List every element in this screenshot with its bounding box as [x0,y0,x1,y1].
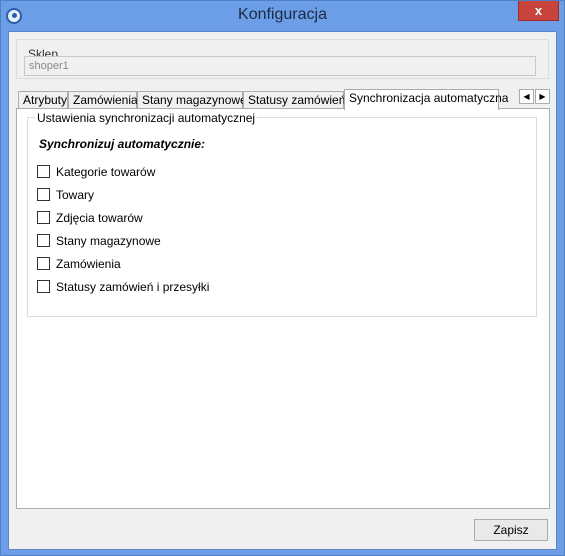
store-field[interactable]: shoper1 [24,56,536,76]
option-label: Statusy zamówień i przesyłki [56,280,210,294]
checkbox[interactable] [37,211,50,224]
triangle-right-icon: ▶ [539,92,546,101]
triangle-left-icon: ◀ [523,92,530,101]
checkbox[interactable] [37,257,50,270]
checkbox[interactable] [37,234,50,247]
option-label: Stany magazynowe [56,234,161,248]
tab-strip: Atrybuty Zamówienia Stany magazynowe Sta… [18,89,508,110]
option-label: Kategorie towarów [56,165,156,179]
config-window: Konfiguracja x Sklep shoper1 Atrybuty Za… [0,0,565,556]
tab-stany-magazynowe[interactable]: Stany magazynowe [137,91,247,109]
sync-group-label: Ustawienia synchronizacji automatycznej [35,111,258,125]
save-button[interactable]: Zapisz [474,519,548,541]
checkbox[interactable] [37,188,50,201]
checkbox[interactable] [37,280,50,293]
tab-atrybuty[interactable]: Atrybuty [18,91,68,109]
option-label: Towary [56,188,95,202]
tab-zamowienia[interactable]: Zamówienia [68,91,138,109]
title-bar[interactable]: Konfiguracja x [1,1,564,31]
tab-panel-sync: Ustawienia synchronizacji automatycznej … [16,108,550,509]
tab-scroll-left-button[interactable]: ◀ [519,89,534,104]
dialog-body: Sklep shoper1 Atrybuty Zamówienia Stany … [8,31,557,550]
window-title: Konfiguracja [238,6,327,23]
sync-settings-group: Ustawienia synchronizacji automatycznej … [27,111,537,317]
tab-synchronizacja-automatyczna[interactable]: Synchronizacja automatyczna [344,89,508,110]
tab-scroll-right-button[interactable]: ▶ [535,89,550,104]
tab-statusy-zamowien[interactable]: Statusy zamówień [243,91,345,109]
sync-heading: Synchronizuj automatycznie: [39,137,206,151]
option-label: Zdjęcia towarów [56,211,143,225]
close-button[interactable]: x [518,1,559,21]
checkbox[interactable] [37,165,50,178]
option-label: Zamówienia [56,257,121,271]
